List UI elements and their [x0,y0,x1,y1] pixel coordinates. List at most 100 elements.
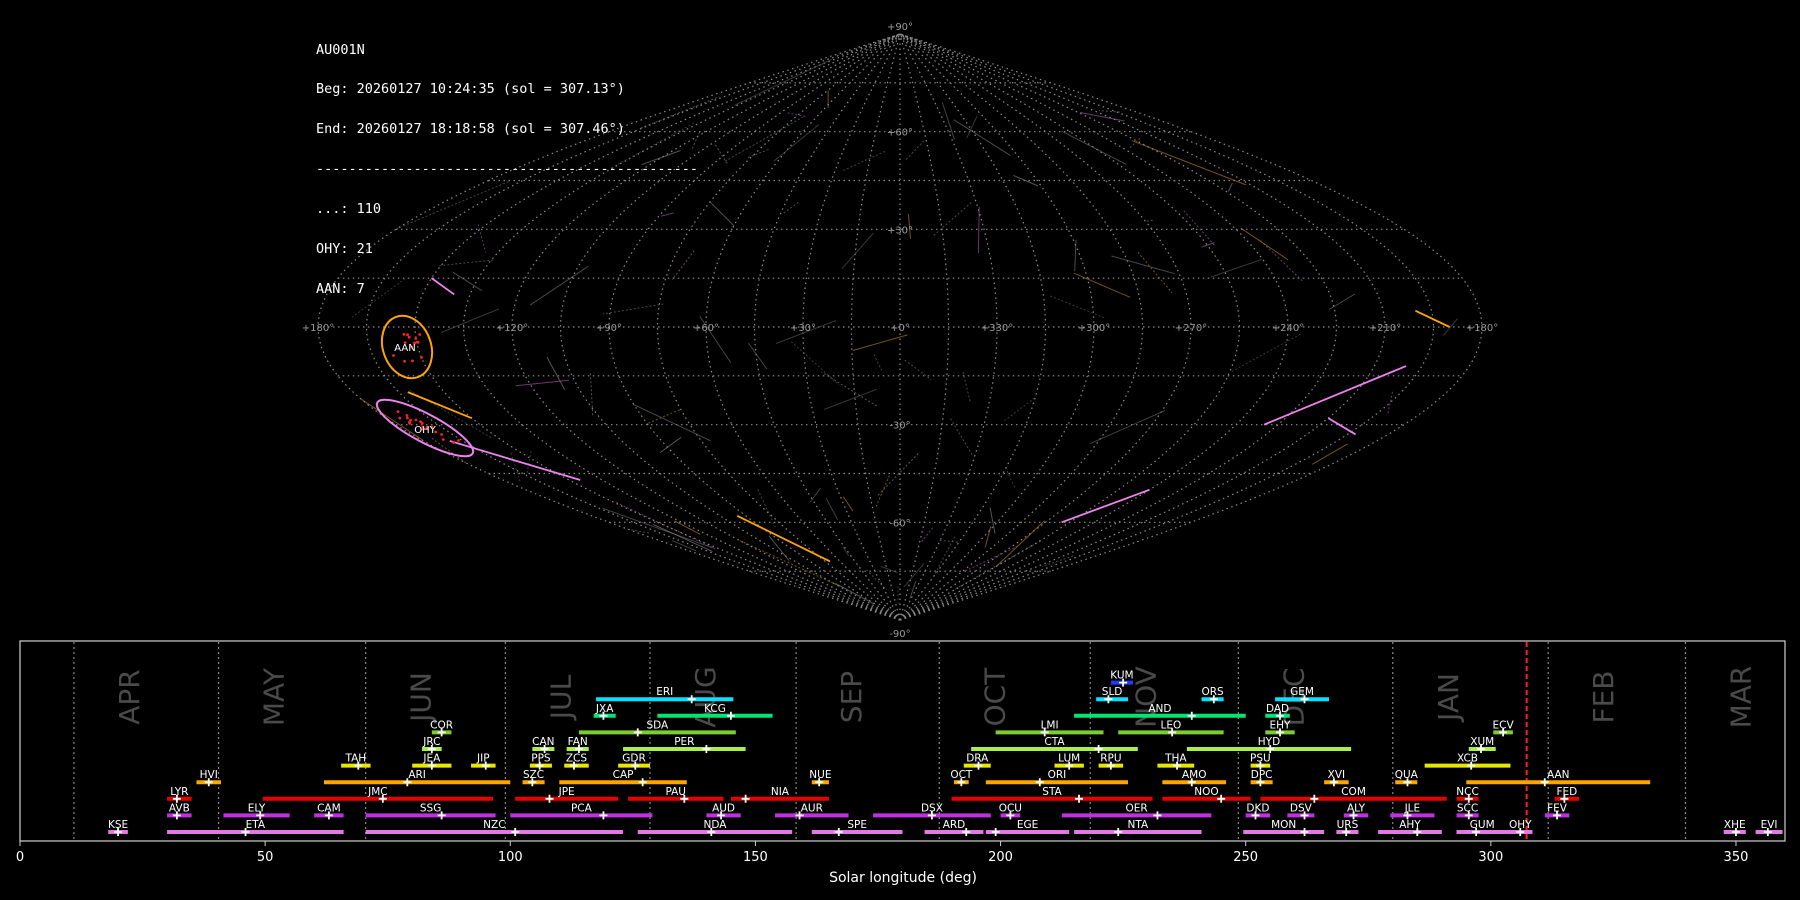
month-label: MAY [258,667,291,726]
shower-label: LYR [170,786,188,798]
month-label: JUL [544,674,577,721]
meteor-track [835,583,874,605]
shower-label: NZC [483,819,505,831]
shower-label: KSE [108,819,128,831]
meteor-track [1137,251,1173,294]
meteor-track [747,342,768,370]
shower-label: NIA [771,786,790,798]
shower-label: GEM [1290,686,1314,698]
meteor-track [1210,258,1262,278]
shower-timeline-chart: APR MAY JUN JUL AUG SEP OCT NOV DEC JAN FEB MAR KUM… [16,640,1786,886]
meteor-track [842,150,886,172]
meteor-track [1182,209,1215,246]
meteor-track [824,388,878,410]
meteor-track [1080,112,1125,122]
x-axis-label: Solar longitude (deg) [829,870,977,886]
latitude-label: -90° [889,629,910,640]
aan-radiant-point [420,356,423,359]
shower-label: JPE [558,786,575,798]
station-id: AU001N [316,41,365,58]
shower-track [1061,488,1150,524]
shower-label: DKD [1246,802,1269,814]
shower-label: NDA [703,819,727,831]
begin-time: Beg: 20260127 10:24:35 (sol = 307.13°) [316,81,625,98]
x-tick-label: 0 [16,850,24,865]
ohy-radiant-point [396,410,400,413]
shower-label: TAH [344,753,366,765]
shower-label: JXA [595,703,614,715]
x-axis: 0 50 100 150 200 250 300 350 [16,841,1748,865]
meteor-track [724,116,803,162]
shower-label: AMO [1182,769,1207,781]
aan-radiant-point [402,332,406,336]
shower-label: LMI [1041,719,1059,731]
shower-label: XVI [1328,769,1345,781]
shower-label: FAN [568,736,588,748]
shower-label: AHY [1399,819,1421,831]
aan-radiant-point [411,359,414,363]
shower-label: GDR [622,753,646,765]
shower-label: JLE [1404,802,1421,814]
info-separator: ----------------------------------------… [316,161,699,178]
meteor-track [510,452,521,482]
meteor-track [1073,272,1131,298]
meteor-track [602,507,716,550]
x-tick-label: 250 [1233,850,1258,865]
shower-label: FED [1556,786,1577,798]
meteor-track [652,523,713,553]
shower-label: PPS [531,753,551,765]
ohy-radiant-point [441,438,445,441]
longitude-label: +300° [1078,323,1110,334]
shower-label: XUM [1470,736,1494,748]
shower-label: LUM [1058,753,1080,765]
shower-label: NOO [1194,786,1218,798]
longitude-label: +210° [1369,323,1401,334]
shower-track [1414,309,1451,328]
x-tick-label: 150 [743,850,768,865]
longitude-label: +180° [1466,323,1498,334]
shower-label: AUD [712,802,735,814]
meteor-track [783,201,799,214]
meteor-track [873,354,883,371]
meteor-track [1098,110,1120,113]
shower-label: DAD [1266,703,1289,715]
latitude-label: +90° [887,22,913,33]
shower-label: ECV [1493,719,1515,731]
shower-label: QUA [1395,769,1419,781]
shower-label: CAP [613,769,634,781]
shower-track [407,391,473,419]
meteor-track [1227,182,1233,192]
meteor-track [1050,295,1105,319]
shower-track [1327,417,1357,436]
ohy-marker-label: OHY [414,425,436,436]
ohy-radiant-point [405,414,409,417]
shower-label: NTA [1128,819,1149,831]
meteor-track [984,526,992,548]
x-tick-label: 200 [988,850,1013,865]
meteor-track [962,370,971,402]
month-label: SEP [835,671,868,723]
shower-label: ORI [1048,769,1067,781]
shower-label: OCU [999,802,1022,814]
longitude-label: +270° [1175,323,1207,334]
shower-label: ZCS [566,753,588,765]
meteor-track [589,373,594,417]
shower-label: JEA [422,753,441,765]
meteor-track [905,140,925,161]
month-label: APR [113,669,146,725]
meteor-track [904,359,932,381]
shower-label: AAN [1547,769,1570,781]
shower-label: SZC [523,769,544,781]
meteor-track [996,520,1045,567]
meteor-track [648,409,681,424]
meteor-track [909,580,917,599]
month-label: MAR [1724,666,1757,729]
x-tick-label: 100 [498,850,523,865]
shower-label: SCC [1457,802,1478,814]
meteor-track [546,356,566,390]
meteor-track [977,206,980,254]
shower-label: EHY [1270,719,1292,731]
longitude-label: +240° [1272,323,1304,334]
meteor-track [526,451,532,473]
meteor-track [1004,467,1016,489]
